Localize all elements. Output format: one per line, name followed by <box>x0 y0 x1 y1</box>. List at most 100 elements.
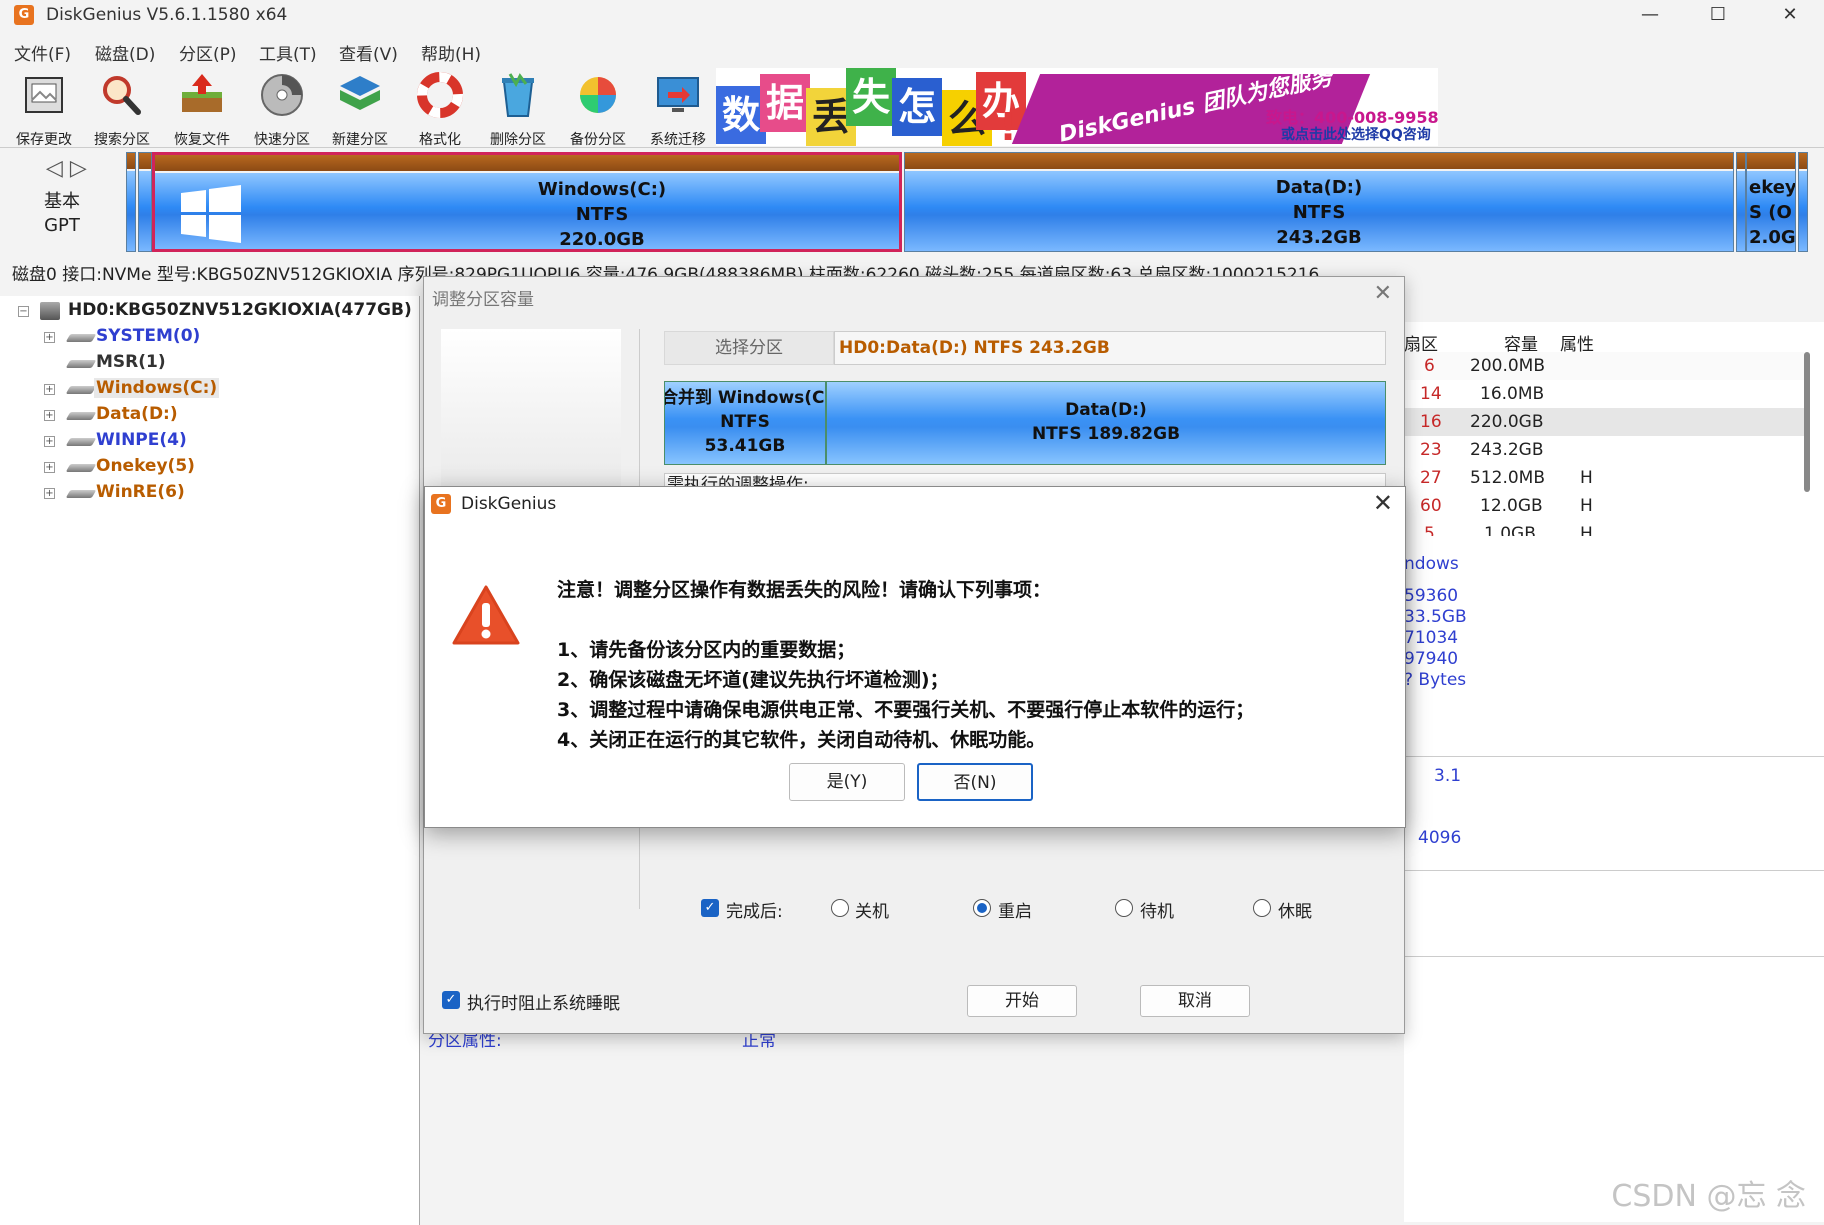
cancel-button[interactable]: 取消 <box>1140 985 1250 1017</box>
partition-fs: NTFS <box>575 204 629 225</box>
tree-item-winpe[interactable]: WINPE(4) <box>96 430 187 450</box>
tool-label: 格式化 <box>419 132 461 148</box>
system-migration-button[interactable]: 系统迁移 <box>640 72 716 149</box>
tree-item-onekey[interactable]: Onekey(5) <box>96 456 195 476</box>
table-row[interactable]: 16 220.0GB <box>1404 408 1804 436</box>
menu-file[interactable]: 文件(F) <box>14 40 71 65</box>
menu-view[interactable]: 查看(V) <box>339 40 398 65</box>
dialog-close-button[interactable]: ✕ <box>1374 281 1392 306</box>
partition-block-windows-c[interactable]: Windows(C:) NTFS 220.0GB <box>152 152 902 252</box>
start-button[interactable]: 开始 <box>967 985 1077 1017</box>
tree-item-data-d[interactable]: Data(D:) <box>96 404 178 424</box>
detail-value: 97940 <box>1404 649 1459 669</box>
disk-tree-panel: − HD0:KBG50ZNV512GKIOXIA(477GB) + SYSTEM… <box>0 296 420 1225</box>
tree-item-system[interactable]: SYSTEM(0) <box>96 326 200 346</box>
partition-table-panel: 扇区 容量 属性 6 200.0MB 14 16.0MB 16 220.0GB … <box>1404 322 1824 1222</box>
tree-item-windows-c[interactable]: Windows(C:) <box>94 378 220 398</box>
confirm-dialog-header: G DiskGenius ✕ <box>425 487 1405 523</box>
partition-icon <box>65 438 97 446</box>
backup-partition-button[interactable]: 备份分区 <box>560 72 636 149</box>
windows-logo-icon <box>181 185 241 243</box>
menu-partition[interactable]: 分区(P) <box>179 40 237 65</box>
maximize-button[interactable]: ☐ <box>1688 0 1748 32</box>
partition-label: ekey S (O 2.0G <box>1747 175 1795 250</box>
magnifier-icon <box>103 76 141 115</box>
partition-size: 243.2GB <box>1276 227 1362 248</box>
table-row[interactable]: 6 200.0MB <box>1404 352 1804 380</box>
table-row[interactable]: 60 12.0GB H <box>1404 492 1804 520</box>
close-window-button[interactable]: ✕ <box>1760 0 1820 32</box>
tree-collapse-toggle[interactable]: − <box>18 306 29 317</box>
ad-char: 数 <box>716 86 766 144</box>
recover-files-button[interactable]: 恢复文件 <box>164 72 240 149</box>
format-button[interactable]: 格式化 <box>402 72 478 149</box>
search-partition-button[interactable]: 搜索分区 <box>84 72 160 149</box>
quick-partition-button[interactable]: 快速分区 <box>244 72 320 149</box>
recover-icon <box>182 74 222 112</box>
partition-icon <box>65 360 97 368</box>
tool-label: 备份分区 <box>570 132 626 148</box>
menu-tools[interactable]: 工具(T) <box>259 40 317 65</box>
tree-item-winre[interactable]: WinRE(6) <box>96 482 185 502</box>
resize-part-data-d[interactable]: Data(D:) NTFS 189.82GB <box>826 381 1386 465</box>
divider <box>1404 870 1824 871</box>
cell-attr: H <box>1580 496 1593 516</box>
partition-block-msr[interactable] <box>138 152 152 252</box>
select-partition-label: 选择分区 <box>664 331 834 365</box>
new-partition-button[interactable]: 新建分区 <box>322 72 398 149</box>
tree-expand-toggle[interactable]: + <box>44 462 55 473</box>
table-row[interactable]: 27 512.0MB H <box>1404 464 1804 492</box>
vertical-scrollbar[interactable] <box>1804 352 1810 492</box>
resize-part-merge-c[interactable]: 合并到 Windows(C: NTFS 53.41GB <box>664 381 826 465</box>
backup-icon <box>580 77 616 113</box>
table-row[interactable]: 23 243.2GB <box>1404 436 1804 464</box>
radio-shutdown[interactable] <box>831 899 849 917</box>
radio-restart-label: 重启 <box>998 902 1032 922</box>
minimize-button[interactable]: — <box>1620 0 1680 32</box>
menu-bar: 文件(F) 磁盘(D) 分区(P) 工具(T) 查看(V) 帮助(H) <box>0 36 1824 66</box>
cell-sector: 23 <box>1420 440 1442 460</box>
delete-partition-button[interactable]: 删除分区 <box>480 72 556 149</box>
tree-expand-toggle[interactable]: + <box>44 436 55 447</box>
tree-disk-root[interactable]: HD0:KBG50ZNV512GKIOXIA(477GB) <box>68 300 412 320</box>
divider <box>1404 756 1824 757</box>
prevent-sleep-checkbox[interactable]: ✓ <box>442 991 460 1009</box>
partition-label: Windows(C:) NTFS 220.0GB <box>305 177 899 252</box>
hard-disk-icon <box>40 302 60 320</box>
save-changes-button[interactable]: 保存更改 <box>6 72 82 149</box>
detail-value: 33.5GB <box>1404 607 1467 627</box>
partition-block-onekey[interactable]: ekey S (O 2.0G <box>1746 152 1796 252</box>
yes-button[interactable]: 是(Y) <box>789 763 905 801</box>
tool-label: 保存更改 <box>16 132 72 148</box>
operations-box: 需执行的调整操作: <box>664 473 1386 487</box>
partition-block-winpe[interactable] <box>1736 152 1746 252</box>
tree-item-msr[interactable]: MSR(1) <box>96 352 166 372</box>
partition-block-system[interactable] <box>126 152 136 252</box>
tree-expand-toggle[interactable]: + <box>44 488 55 499</box>
table-row[interactable]: 5 1.0GB H <box>1404 520 1804 536</box>
tree-expand-toggle[interactable]: + <box>44 332 55 343</box>
radio-restart[interactable] <box>973 899 991 917</box>
detail-value: 71034 <box>1404 628 1459 648</box>
tree-expand-toggle[interactable]: + <box>44 384 55 395</box>
disk-nav-arrows[interactable]: ◁ ▷ <box>46 156 87 181</box>
after-complete-checkbox[interactable]: ✓ <box>701 899 719 917</box>
tree-expand-toggle[interactable]: + <box>44 410 55 421</box>
selected-partition-field[interactable]: HD0:Data(D:) NTFS 243.2GB <box>834 331 1386 365</box>
ad-char: 怎 <box>892 78 942 136</box>
menu-disk[interactable]: 磁盘(D) <box>95 40 155 65</box>
radio-standby[interactable] <box>1115 899 1133 917</box>
watermark-text: CSDN @忘 念 <box>1611 1179 1806 1214</box>
partition-block-winre[interactable] <box>1798 152 1808 252</box>
operations-label: 需执行的调整操作: <box>667 475 809 487</box>
table-row[interactable]: 14 16.0MB <box>1404 380 1804 408</box>
ad-banner[interactable]: 数 据 丢 失 怎 么 办 ! DiskGenius 团队为您服务 致电：400… <box>716 68 1438 146</box>
radio-hibernate-label: 休眠 <box>1278 902 1312 922</box>
confirm-close-button[interactable]: ✕ <box>1373 489 1393 517</box>
ad-qq-link[interactable]: 或点击此处选择QQ咨询 <box>1281 124 1431 144</box>
part-name: 合并到 Windows(C: <box>664 388 826 408</box>
partition-block-data-d[interactable]: Data(D:) NTFS 243.2GB <box>904 152 1734 252</box>
radio-hibernate[interactable] <box>1253 899 1271 917</box>
menu-help[interactable]: 帮助(H) <box>421 40 481 65</box>
no-button[interactable]: 否(N) <box>917 763 1033 801</box>
